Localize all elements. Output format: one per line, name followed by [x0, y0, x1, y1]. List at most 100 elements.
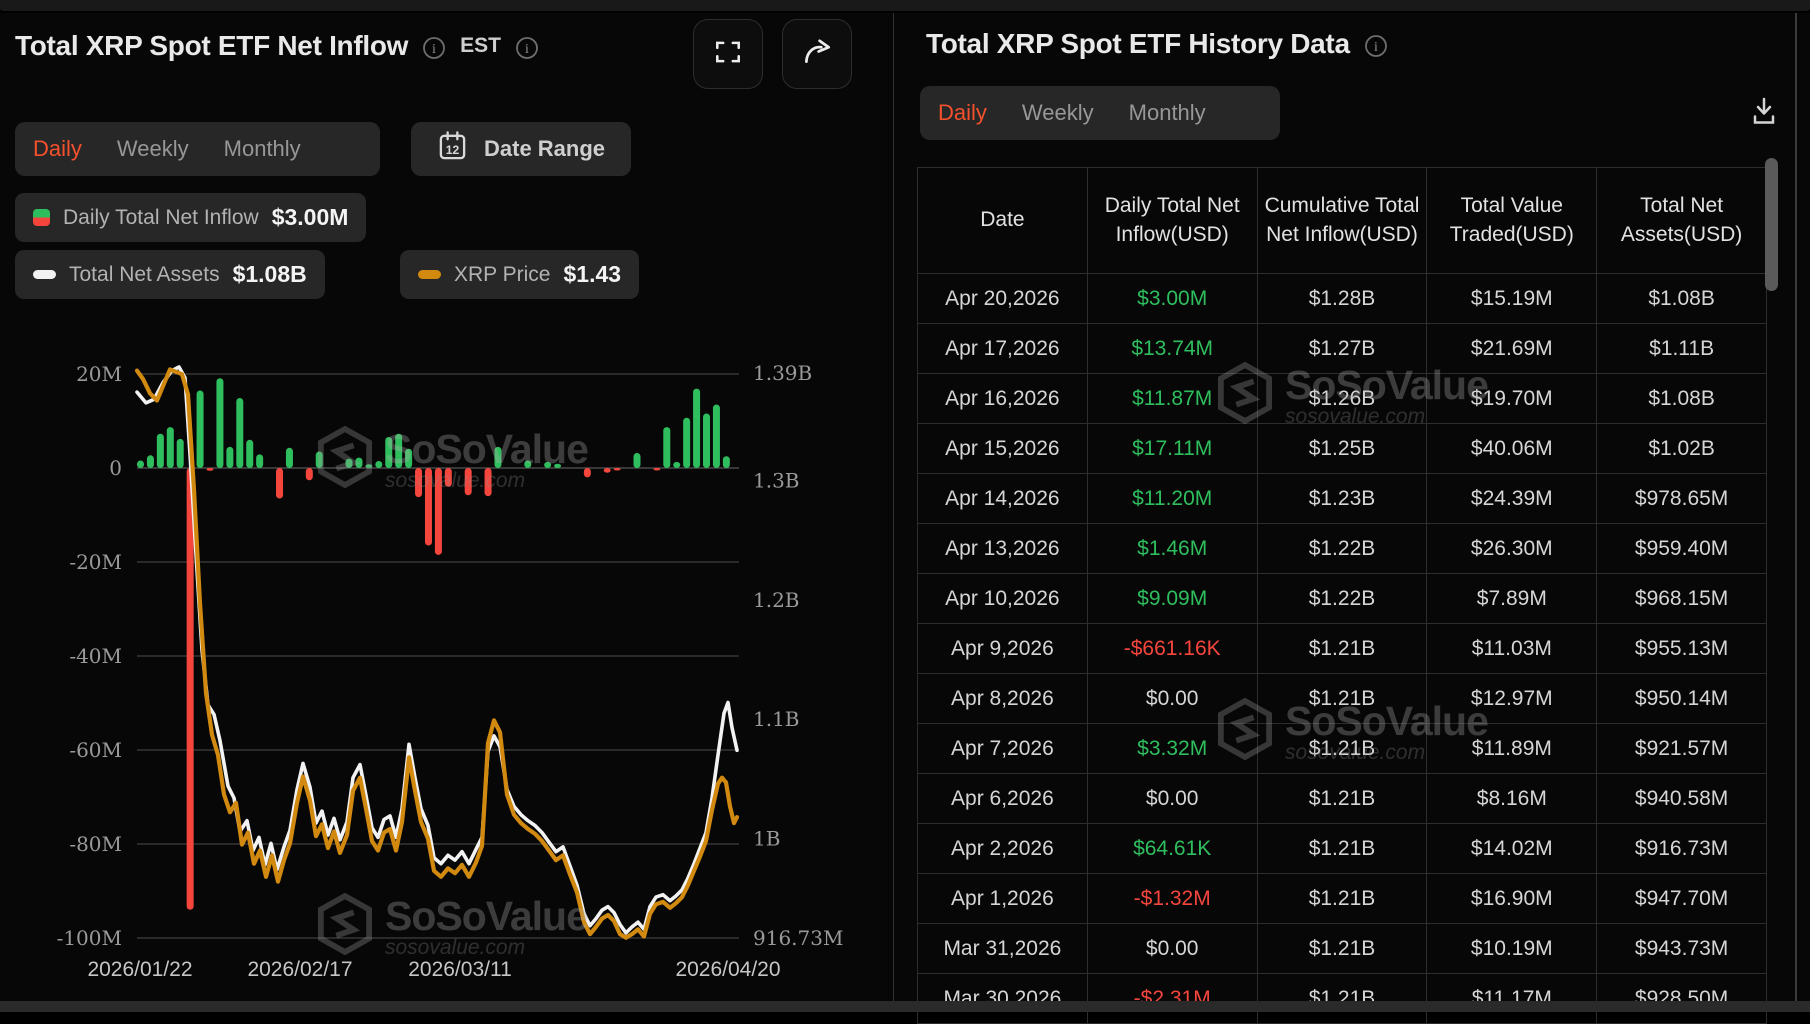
tab-daily[interactable]: Daily — [938, 100, 987, 126]
table-row: Apr 20,2026 $3.00M $1.28B $15.19M $1.08B — [917, 273, 1767, 324]
left-axis-tick: -100M — [57, 926, 122, 950]
net-inflow-bar — [276, 468, 284, 499]
share-button[interactable] — [782, 19, 852, 89]
table-period-tabs: Daily Weekly Monthly — [920, 86, 1280, 140]
date-range-label: Date Range — [484, 136, 606, 161]
left-axis-tick: 20M — [76, 362, 122, 386]
net-inflow-bar — [405, 448, 413, 468]
net-inflow-bar — [146, 455, 154, 468]
legend-xrp-price[interactable]: XRP Price $1.43 — [400, 250, 640, 299]
value-cell: $1.21B — [1256, 723, 1428, 774]
date-cell: Apr 20,2026 — [917, 273, 1088, 324]
date-range-button[interactable]: 12 Date Range — [411, 122, 632, 176]
fullscreen-button[interactable] — [693, 19, 763, 89]
value-cell: $3.32M — [1086, 723, 1258, 774]
value-cell: $1.26B — [1256, 373, 1428, 424]
date-cell: Apr 1,2026 — [917, 873, 1088, 924]
net-inflow-bar — [365, 464, 373, 468]
right-axis-tick: 1.1B — [753, 707, 800, 731]
value-cell: $1.21B — [1256, 673, 1428, 724]
value-cell: $26.30M — [1426, 523, 1598, 574]
left-axis-tick: 0 — [109, 456, 122, 480]
right-axis-tick: 1.3B — [753, 468, 800, 492]
net-inflow-bar — [722, 456, 730, 468]
value-cell: $8.16M — [1426, 773, 1598, 824]
table-row: Apr 6,2026 $0.00 $1.21B $8.16M $940.58M — [917, 773, 1767, 824]
tab-monthly[interactable]: Monthly — [224, 136, 301, 162]
assets-legend-icon — [33, 270, 56, 279]
column-header: Date — [917, 167, 1088, 274]
value-cell: $15.19M — [1426, 273, 1598, 324]
left-axis-tick: -60M — [69, 738, 122, 762]
net-inflow-chart[interactable]: 20M 0 -20M -40M -60M -80M -100M 1.39B 1.3B 1.2B 1.… — [0, 310, 893, 1000]
value-cell: $959.40M — [1596, 523, 1767, 574]
top-card-edge — [0, 0, 1810, 13]
value-cell: $955.13M — [1596, 623, 1767, 674]
legend-total-net-assets[interactable]: Total Net Assets $1.08B — [15, 250, 325, 299]
net-inflow-bar — [385, 436, 393, 468]
value-cell: $1.22B — [1256, 523, 1428, 574]
table-row: Apr 7,2026 $3.32M $1.21B $11.89M $921.57M — [917, 723, 1767, 774]
value-cell: $1.25B — [1256, 423, 1428, 474]
horizontal-scrollbar[interactable] — [0, 1001, 1810, 1012]
info-icon[interactable]: i — [1364, 34, 1388, 58]
x-axis-date-label: 2026/02/17 — [247, 958, 352, 981]
net-inflow-bar — [524, 460, 532, 468]
legend-daily-net-inflow[interactable]: Daily Total Net Inflow $3.00M — [15, 193, 367, 242]
value-cell: $16.90M — [1426, 873, 1598, 924]
value-cell: $14.02M — [1426, 823, 1598, 874]
net-inflow-bar — [693, 388, 701, 468]
date-cell: Apr 6,2026 — [917, 773, 1088, 824]
net-inflow-bar — [554, 463, 562, 468]
table-row: Apr 13,2026 $1.46M $1.22B $26.30M $959.40M — [917, 523, 1767, 574]
value-cell: $0.00 — [1086, 773, 1258, 824]
date-cell: Apr 14,2026 — [917, 473, 1088, 524]
info-icon[interactable]: i — [422, 36, 446, 60]
date-cell: Apr 7,2026 — [917, 723, 1088, 774]
table-row: Apr 14,2026 $11.20M $1.23B $24.39M $978.65M — [917, 473, 1767, 524]
left-axis-tick: -40M — [69, 644, 122, 668]
table-header-row: Date Daily Total Net Inflow(USD) Cumulativ… — [917, 167, 1767, 274]
value-cell: $1.23B — [1256, 473, 1428, 524]
chart-period-tabs: Daily Weekly Monthly — [15, 122, 380, 176]
value-cell: $947.70M — [1596, 873, 1767, 924]
date-cell: Apr 9,2026 — [917, 623, 1088, 674]
column-header: Daily Total Net Inflow(USD) — [1086, 167, 1258, 274]
table-panel-header: Total XRP Spot ETF History Data i — [926, 28, 1388, 60]
table-scrollbar-thumb[interactable] — [1765, 158, 1778, 291]
net-inflow-bar — [375, 460, 383, 468]
net-inflow-bar — [544, 461, 552, 468]
table-row: Mar 30,2026 -$2.31M $1.21B $11.17M $928.50M — [917, 973, 1767, 1024]
value-cell: $1.28B — [1256, 273, 1428, 324]
tab-daily[interactable]: Daily — [33, 136, 82, 162]
value-cell: $3.00M — [1086, 273, 1258, 324]
date-cell: Apr 13,2026 — [917, 523, 1088, 574]
right-axis-tick: 1.2B — [753, 588, 800, 612]
download-button[interactable] — [1744, 91, 1784, 135]
tab-weekly[interactable]: Weekly — [117, 136, 189, 162]
info-icon[interactable]: i — [515, 36, 539, 60]
value-cell: $11.03M — [1426, 623, 1598, 674]
x-axis-date-label: 2026/01/22 — [87, 958, 192, 981]
net-inflow-bar — [395, 433, 403, 468]
legend-value: $1.08B — [232, 261, 307, 287]
value-cell: $24.39M — [1426, 473, 1598, 524]
fullscreen-icon — [713, 37, 743, 72]
timezone-label: EST — [460, 34, 501, 57]
legend-label: XRP Price — [454, 262, 551, 286]
net-inflow-bar — [703, 413, 711, 468]
tab-weekly[interactable]: Weekly — [1022, 100, 1094, 126]
tab-monthly[interactable]: Monthly — [1129, 100, 1206, 126]
net-inflow-bar — [285, 447, 293, 468]
share-icon — [800, 35, 834, 74]
net-inflow-bar — [434, 468, 442, 555]
net-inflow-bar — [464, 468, 472, 496]
net-inflow-bar — [186, 468, 194, 910]
date-cell: Apr 16,2026 — [917, 373, 1088, 424]
value-cell: $1.21B — [1256, 823, 1428, 874]
value-cell: $0.00 — [1086, 673, 1258, 724]
legend-value: $1.43 — [563, 261, 622, 287]
value-cell: $921.57M — [1596, 723, 1767, 774]
net-inflow-bar — [137, 460, 144, 468]
value-cell: $11.20M — [1086, 473, 1258, 524]
